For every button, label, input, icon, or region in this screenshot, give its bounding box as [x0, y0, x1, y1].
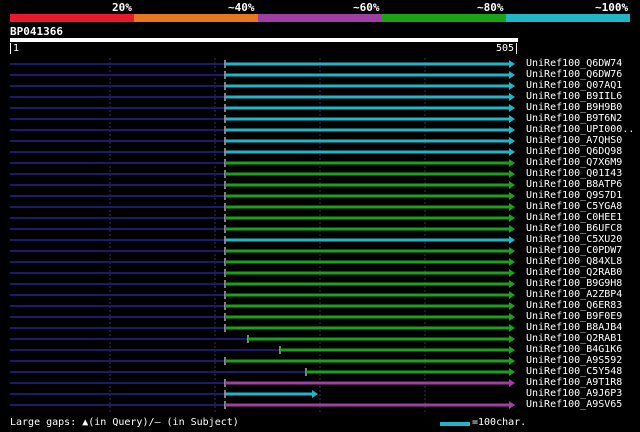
hit-end-arrow	[509, 181, 515, 189]
hit-label[interactable]: UniRef100_B9G9H8	[526, 278, 622, 289]
hit-label[interactable]: UniRef100_B6UFC8	[526, 223, 622, 234]
hit-label[interactable]: UniRef100_A9T1R8	[526, 377, 622, 388]
hit-label[interactable]: UniRef100_Q2RAB1	[526, 333, 622, 344]
hit-end-arrow	[509, 280, 515, 288]
hit-end-arrow	[509, 126, 515, 134]
hit-end-arrow	[509, 203, 515, 211]
hit-end-arrow	[509, 192, 515, 200]
hit-end-arrow	[509, 313, 515, 321]
hit-end-arrow	[509, 379, 515, 387]
hit-end-arrow	[509, 225, 515, 233]
hit-end-arrow	[509, 159, 515, 167]
hit-label[interactable]: UniRef100_C5YGA8	[526, 201, 622, 212]
hit-label[interactable]: UniRef100_Q07AQ1	[526, 80, 622, 91]
hit-label[interactable]: UniRef100_UPI000..	[526, 124, 634, 135]
hit-label[interactable]: UniRef100_Q6DW76	[526, 69, 622, 80]
hit-end-arrow	[509, 401, 515, 409]
hit-label[interactable]: UniRef100_A2ZBP4	[526, 289, 622, 300]
hit-end-arrow	[509, 148, 515, 156]
hit-label[interactable]: UniRef100_C0HEE1	[526, 212, 622, 223]
hit-label[interactable]: UniRef100_B9H9B0	[526, 102, 622, 113]
hit-end-arrow	[509, 247, 515, 255]
hit-label[interactable]: UniRef100_B8AJB4	[526, 322, 622, 333]
hit-label[interactable]: UniRef100_A9J6P3	[526, 388, 622, 399]
hit-label[interactable]: UniRef100_C5Y548	[526, 366, 622, 377]
hit-end-arrow	[509, 71, 515, 79]
hit-label[interactable]: UniRef100_A9S592	[526, 355, 622, 366]
hit-label[interactable]: UniRef100_B8ATP6	[526, 179, 622, 190]
hit-end-arrow	[509, 302, 515, 310]
hit-end-arrow	[509, 236, 515, 244]
hit-end-arrow	[509, 291, 515, 299]
hit-end-arrow	[509, 137, 515, 145]
hit-end-arrow	[509, 214, 515, 222]
hit-label[interactable]: UniRef100_C5XU20	[526, 234, 622, 245]
hit-label[interactable]: UniRef100_Q01I43	[526, 168, 622, 179]
hit-end-arrow	[509, 335, 515, 343]
hit-end-arrow	[509, 104, 515, 112]
large-gaps-legend: Large gaps: ▲(in Query)/– (in Subject)	[10, 417, 239, 428]
scale-label: =100char.	[472, 417, 527, 428]
hit-label[interactable]: UniRef100_B4G1K6	[526, 344, 622, 355]
hit-end-arrow	[509, 93, 515, 101]
hit-end-arrow	[509, 170, 515, 178]
hit-label[interactable]: UniRef100_Q9S7D1	[526, 190, 622, 201]
hit-label[interactable]: UniRef100_C0PDW7	[526, 245, 622, 256]
hit-label[interactable]: UniRef100_B9F0E9	[526, 311, 622, 322]
hit-label[interactable]: UniRef100_Q2RAB0	[526, 267, 622, 278]
hit-label[interactable]: UniRef100_Q7X6M9	[526, 157, 622, 168]
hit-label[interactable]: UniRef100_A9SV65	[526, 399, 622, 410]
hit-label[interactable]: UniRef100_Q6DW74	[526, 58, 622, 69]
hit-end-arrow	[509, 324, 515, 332]
hit-label[interactable]: UniRef100_Q6ER83	[526, 300, 622, 311]
hit-label[interactable]: UniRef100_A7QHS0	[526, 135, 622, 146]
hit-end-arrow	[509, 269, 515, 277]
hit-label[interactable]: UniRef100_Q84XL8	[526, 256, 622, 267]
hit-end-arrow	[509, 357, 515, 365]
hit-label[interactable]: UniRef100_B9IIL6	[526, 91, 622, 102]
hit-end-arrow	[509, 368, 515, 376]
hit-end-arrow	[509, 60, 515, 68]
hit-label[interactable]: UniRef100_Q6DQ98	[526, 146, 622, 157]
hit-end-arrow	[509, 258, 515, 266]
hit-end-arrow	[312, 390, 318, 398]
scale-bar	[440, 422, 470, 426]
hit-label[interactable]: UniRef100_B9T6N2	[526, 113, 622, 124]
hit-end-arrow	[509, 115, 515, 123]
hit-end-arrow	[509, 82, 515, 90]
hit-end-arrow	[509, 346, 515, 354]
